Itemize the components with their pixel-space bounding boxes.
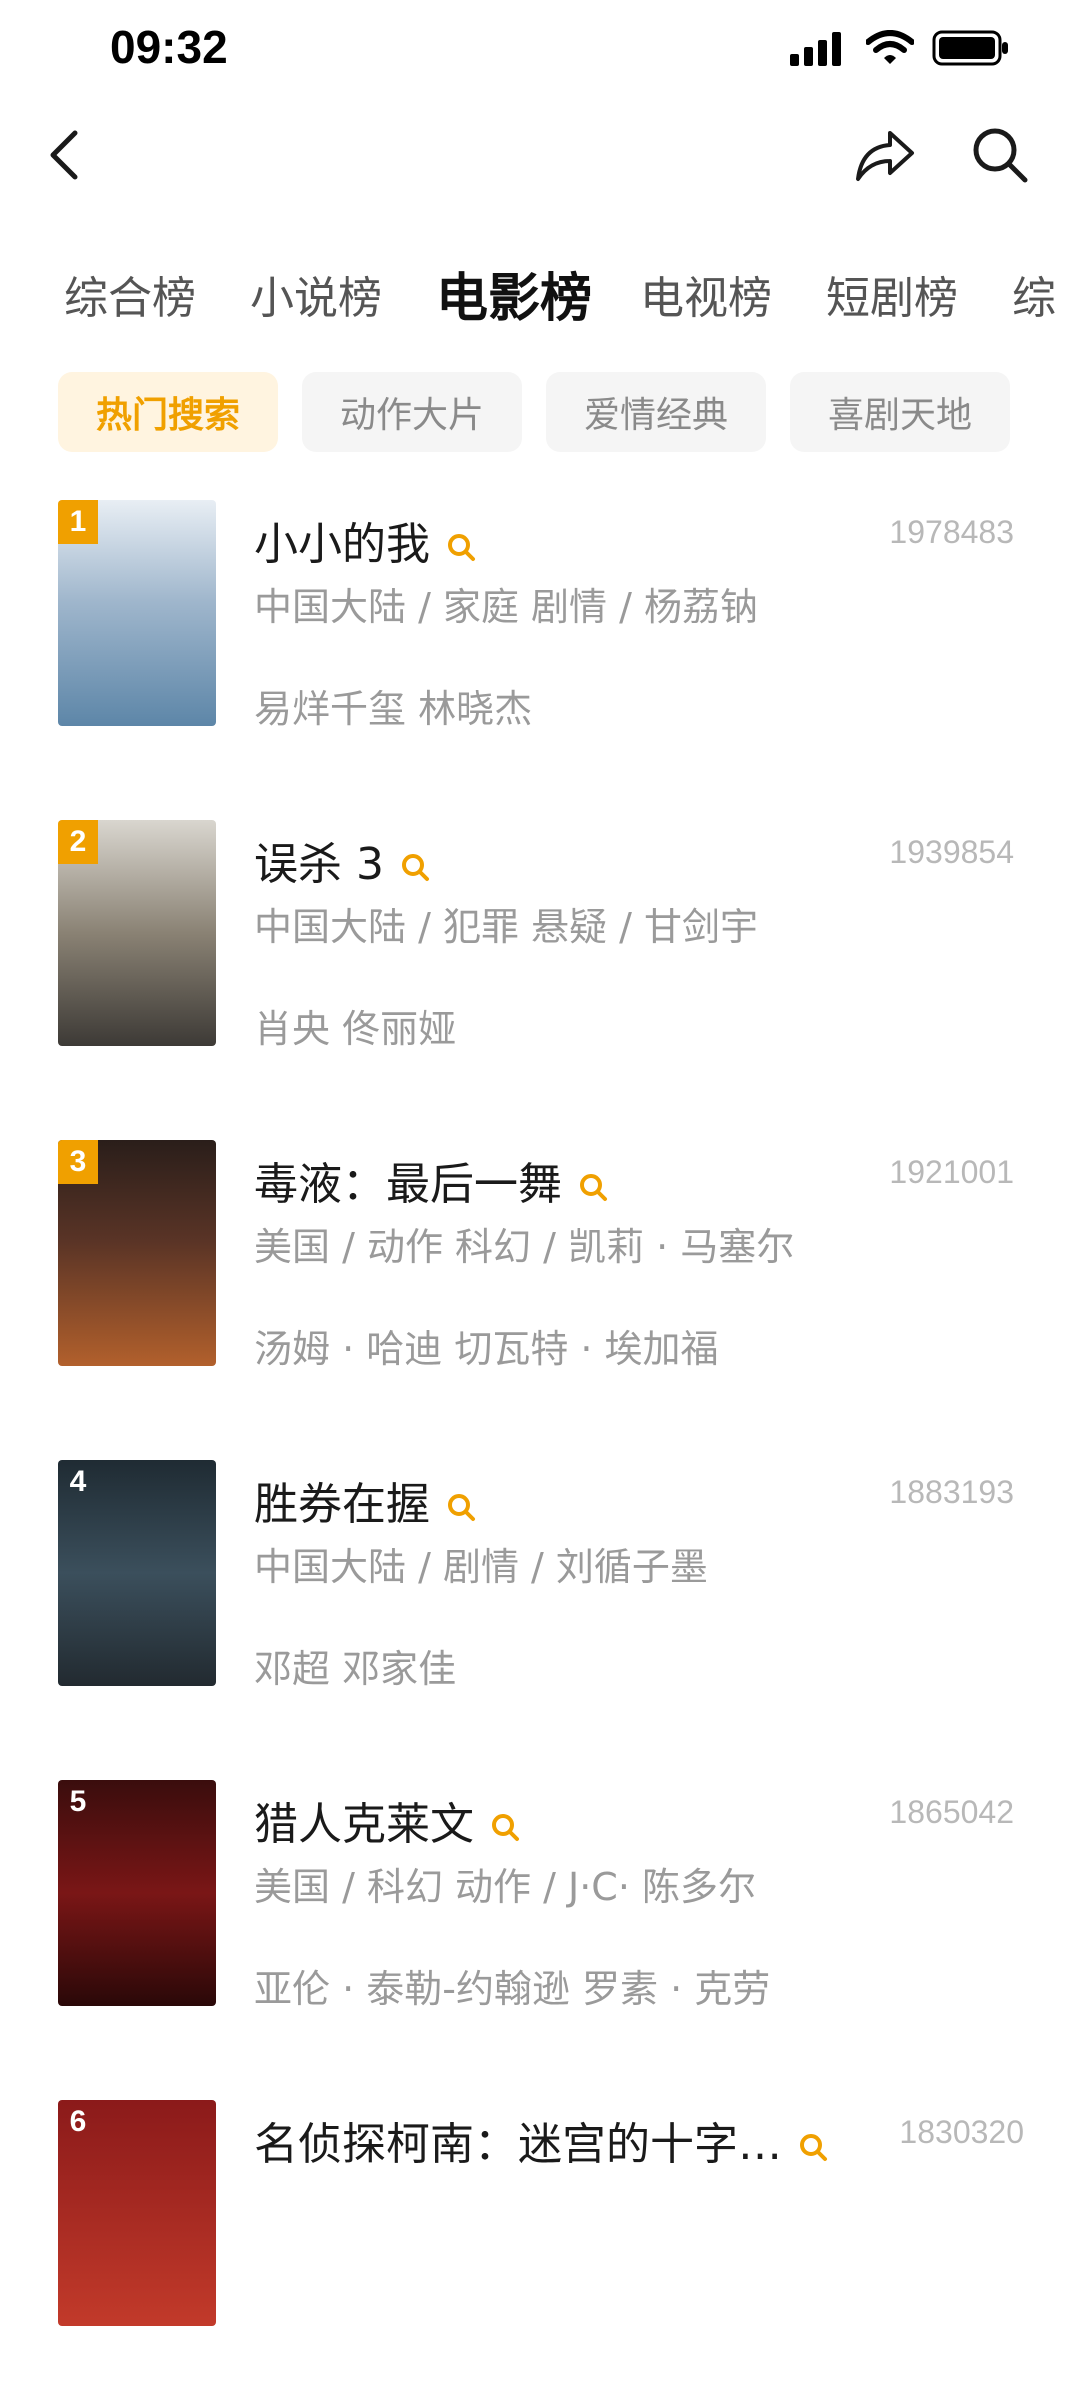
list-item[interactable]: 3 毒液：最后一舞 1921001 美国 / 动作 科幻 / 凯莉 · 马塞尔 … — [0, 1140, 1080, 1440]
hot-score: 1830320 — [899, 2114, 1024, 2150]
search-icon — [973, 128, 1028, 183]
back-button[interactable] — [20, 110, 110, 200]
movie-poster[interactable]: 6 — [58, 2100, 216, 2326]
tab-tv[interactable]: 电视榜 — [640, 262, 772, 326]
chip-romance[interactable]: 爱情经典 — [546, 372, 766, 452]
movie-title[interactable]: 误杀 3 — [254, 828, 430, 892]
movie-cast: 易烊千玺 林晓杰 — [254, 687, 533, 731]
search-icon[interactable] — [490, 1812, 520, 1842]
tab-novel[interactable]: 小说榜 — [250, 262, 382, 326]
share-icon — [856, 131, 914, 181]
back-arrow-icon — [50, 130, 78, 180]
status-time: 09:32 — [110, 21, 228, 73]
share-button[interactable] — [840, 110, 930, 200]
list-item[interactable]: 5 猎人克莱文 1865042 美国 / 科幻 动作 / J·C· 陈多尔 亚伦… — [0, 1780, 1080, 2080]
nav-bar — [0, 110, 1080, 200]
movie-cast: 汤姆 · 哈迪 切瓦特 · 埃加福 — [254, 1327, 719, 1371]
movie-title[interactable]: 名侦探柯南：迷宫的十字… — [254, 2108, 828, 2172]
movie-poster[interactable]: 3 — [58, 1140, 216, 1366]
movie-meta: 美国 / 科幻 动作 / J·C· 陈多尔 — [254, 1865, 756, 1909]
list-item[interactable]: 4 胜券在握 1883193 中国大陆 / 剧情 / 刘循子墨 邓超 邓家佳 — [0, 1460, 1080, 1760]
rank-badge: 1 — [58, 500, 98, 544]
hot-score: 1939854 — [889, 834, 1014, 870]
hot-score: 1883193 — [889, 1474, 1014, 1510]
hot-score: 1921001 — [889, 1154, 1014, 1190]
rank-badge: 4 — [69, 1465, 87, 1498]
search-icon[interactable] — [798, 2132, 828, 2162]
tab-variety[interactable]: 综 — [1012, 262, 1056, 326]
chip-hot-search[interactable]: 热门搜索 — [58, 372, 278, 452]
search-icon[interactable] — [578, 1172, 608, 1202]
list-item[interactable]: 2 误杀 3 1939854 中国大陆 / 犯罪 悬疑 / 甘剑宇 肖央 佟丽娅 — [0, 820, 1080, 1120]
movie-poster[interactable]: 5 — [58, 1780, 216, 2006]
hot-score: 1978483 — [889, 514, 1014, 550]
rank-badge: 5 — [69, 1785, 87, 1818]
movie-meta: 美国 / 动作 科幻 / 凯莉 · 马塞尔 — [254, 1225, 795, 1269]
movie-title[interactable]: 小小的我 — [254, 508, 476, 572]
status-bar: 09:32 — [0, 0, 1080, 100]
movie-poster[interactable]: 4 — [58, 1460, 216, 1686]
movie-cast: 邓超 邓家佳 — [254, 1647, 457, 1691]
movie-meta: 中国大陆 / 家庭 剧情 / 杨荔钠 — [254, 585, 759, 629]
category-tabs: 综合榜 小说榜 电影榜 电视榜 短剧榜 综 — [0, 262, 1080, 342]
tab-movie[interactable]: 电影榜 — [436, 262, 592, 331]
movie-meta: 中国大陆 / 剧情 / 刘循子墨 — [254, 1545, 708, 1589]
rank-badge: 6 — [69, 2105, 87, 2138]
movie-title[interactable]: 毒液：最后一舞 — [254, 1148, 608, 1212]
movie-cast: 肖央 佟丽娅 — [254, 1007, 457, 1051]
signal-icon — [790, 32, 841, 66]
movie-meta: 中国大陆 / 犯罪 悬疑 / 甘剑宇 — [254, 905, 759, 949]
list-item[interactable]: 6 名侦探柯南：迷宫的十字… 1830320 — [0, 2100, 1080, 2400]
search-icon[interactable] — [400, 852, 430, 882]
movie-title[interactable]: 胜券在握 — [254, 1468, 476, 1532]
status-icons — [790, 28, 1010, 68]
search-icon[interactable] — [446, 1492, 476, 1522]
search-icon[interactable] — [446, 532, 476, 562]
tab-overall[interactable]: 综合榜 — [64, 262, 196, 326]
hot-score: 1865042 — [889, 1794, 1014, 1830]
search-button[interactable] — [955, 110, 1045, 200]
filter-chips: 热门搜索 动作大片 爱情经典 喜剧天地 — [0, 372, 1080, 452]
tab-short-drama[interactable]: 短剧榜 — [826, 262, 958, 326]
movie-poster[interactable]: 2 — [58, 820, 216, 1046]
movie-poster[interactable]: 1 — [58, 500, 216, 726]
rank-badge: 3 — [58, 1140, 98, 1184]
chip-action[interactable]: 动作大片 — [302, 372, 522, 452]
chip-comedy[interactable]: 喜剧天地 — [790, 372, 1010, 452]
wifi-icon — [866, 30, 914, 64]
rank-badge: 2 — [58, 820, 98, 864]
movie-cast: 亚伦 · 泰勒-约翰逊 罗素 · 克劳 — [254, 1967, 771, 2011]
list-item[interactable]: 1 小小的我 1978483 中国大陆 / 家庭 剧情 / 杨荔钠 易烊千玺 林… — [0, 500, 1080, 800]
battery-icon — [932, 30, 1008, 66]
movie-title[interactable]: 猎人克莱文 — [254, 1788, 520, 1852]
